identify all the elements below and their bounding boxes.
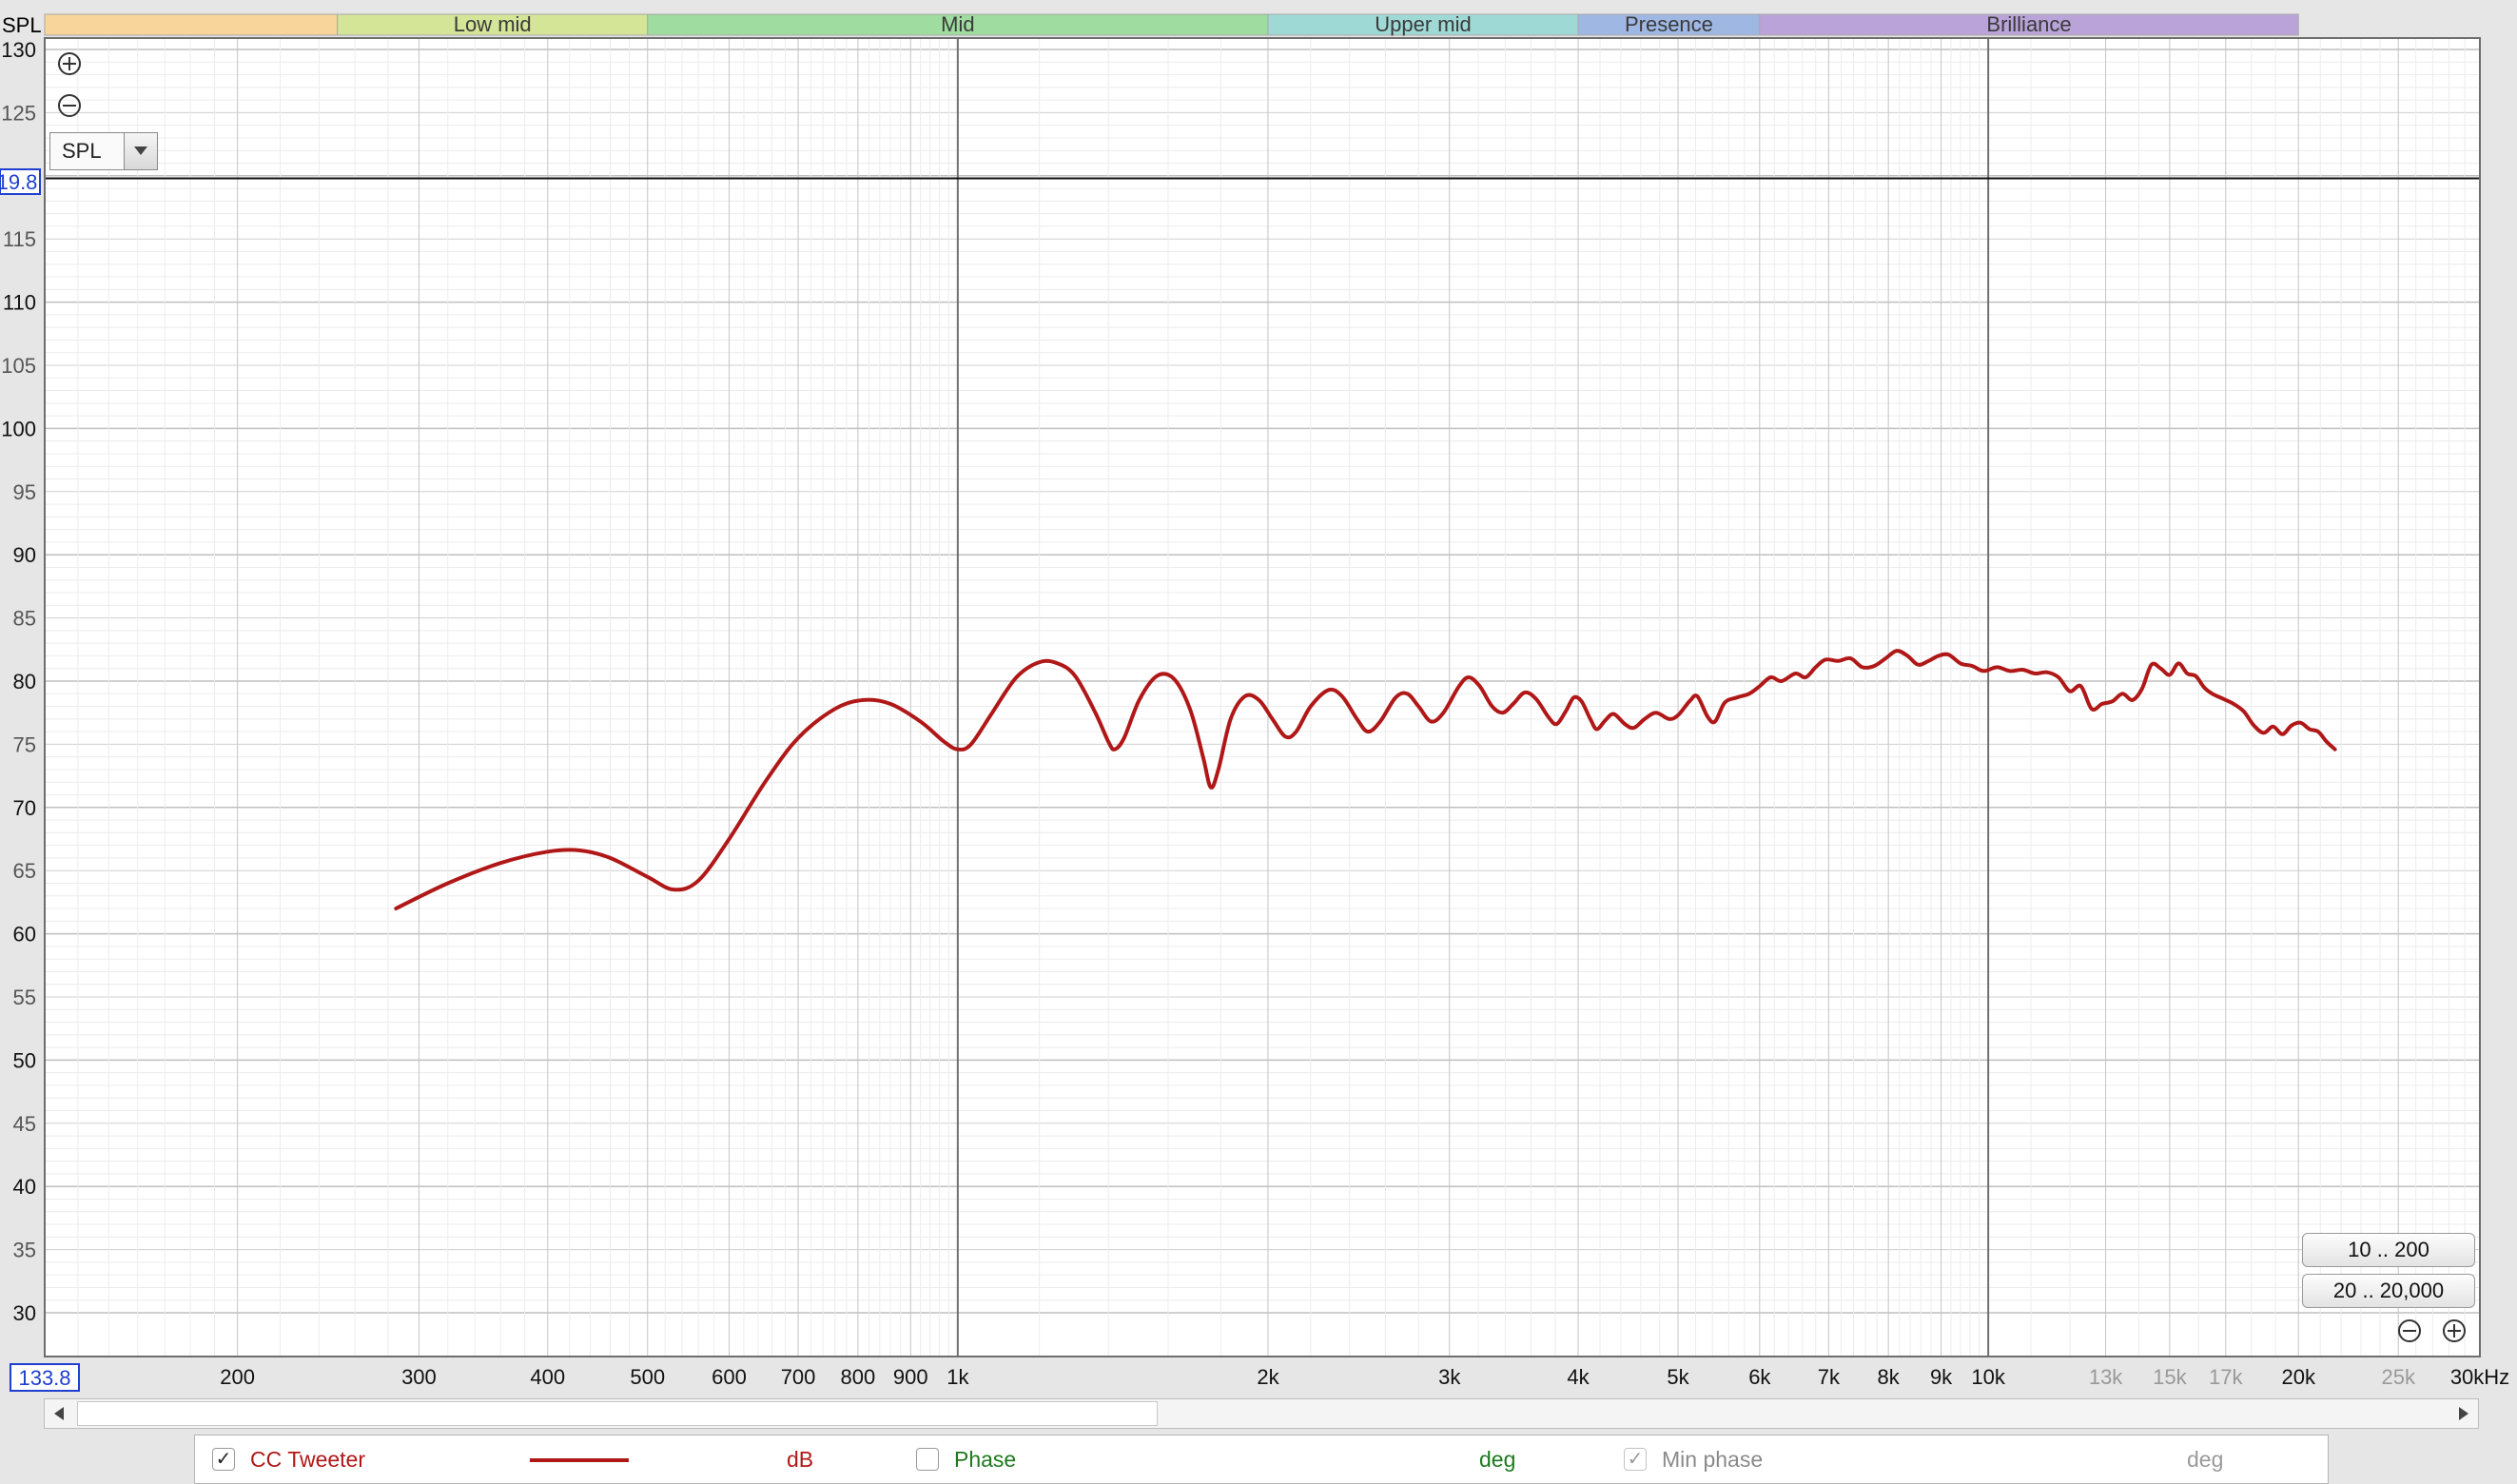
scroll-right-glyph <box>2459 1407 2468 1420</box>
chevron-down-icon <box>124 133 157 169</box>
zoom-range-20-20000-button[interactable]: 20 .. 20,000 <box>2302 1274 2475 1308</box>
x-tick-15k: 15k <box>2153 1365 2187 1389</box>
chevron-down-glyph <box>134 146 147 155</box>
zoom-range-10-200-button[interactable]: 10 .. 200 <box>2302 1233 2475 1267</box>
band-label-3: Upper mid <box>1375 12 1471 36</box>
x-tick-800: 800 <box>841 1365 876 1389</box>
y-tick-90: 90 <box>13 543 36 567</box>
frequency-response-chart[interactable]: Low mid Mid Upper mid Presence Brilliance 30… <box>0 0 2517 1484</box>
x-tick-9k: 9k <box>1930 1365 1953 1389</box>
x-tick-6k: 6k <box>1748 1365 1771 1389</box>
x-zoom-in-vbar <box>2453 1324 2455 1338</box>
y-tick-65: 65 <box>13 859 36 883</box>
y-tick-85: 85 <box>13 607 36 631</box>
y-axis-readout[interactable]: 119.8 <box>0 168 41 195</box>
x-zoom-out-icon[interactable] <box>2398 1319 2421 1342</box>
y-tick-100: 100 <box>1 417 36 440</box>
y-axis-ticks: 30 35 40 45 50 55 60 65 70 75 80 85 90 95 100 105 110 115… <box>1 38 36 1325</box>
scroll-thumb[interactable] <box>77 1401 1158 1426</box>
min-phase-checkbox[interactable]: ✓ <box>1624 1448 1647 1471</box>
x-tick-17k: 17k <box>2209 1365 2243 1389</box>
horizontal-scrollbar[interactable] <box>44 1398 2479 1429</box>
y-tick-115: 115 <box>3 227 36 251</box>
x-tick-4k: 4k <box>1567 1365 1590 1389</box>
y-tick-70: 70 <box>13 796 36 820</box>
legend-panel: ✓ CC Tweeter dB Phase deg ✓ Min phase de… <box>194 1435 2329 1484</box>
y-tick-110: 110 <box>3 291 36 315</box>
x-tick-20k: 20k <box>2282 1365 2316 1389</box>
series-checkbox[interactable]: ✓ <box>212 1448 235 1471</box>
series-line-swatch[interactable] <box>530 1458 629 1462</box>
x-tick-30kHz: 30kHz <box>2450 1365 2509 1389</box>
x-readout-value: 133.8 <box>18 1366 70 1390</box>
x-zoom-out-hbar <box>2403 1330 2416 1332</box>
zoom-in-icon[interactable] <box>58 52 81 75</box>
x-tick-500: 500 <box>630 1365 665 1389</box>
band-label-2: Mid <box>941 12 974 36</box>
y-tick-30: 30 <box>13 1301 36 1325</box>
y-tick-40: 40 <box>13 1175 36 1199</box>
y-tick-50: 50 <box>13 1048 36 1072</box>
x-axis-readout[interactable]: 133.8 <box>10 1363 80 1392</box>
y-tick-55: 55 <box>13 986 36 1009</box>
y-tick-95: 95 <box>13 480 36 504</box>
x-tick-700: 700 <box>781 1365 816 1389</box>
x-tick-5k: 5k <box>1667 1365 1689 1389</box>
min-phase-label[interactable]: Min phase <box>1662 1447 1763 1472</box>
x-tick-900: 900 <box>893 1365 928 1389</box>
x-tick-300: 300 <box>401 1365 437 1389</box>
y-tick-125: 125 <box>1 101 36 125</box>
measurement-select[interactable]: SPL <box>49 132 158 170</box>
band-label-4: Presence <box>1625 12 1713 36</box>
x-tick-10k: 10k <box>1971 1365 2005 1389</box>
y-tick-130: 130 <box>1 38 36 62</box>
y-tick-80: 80 <box>13 670 36 693</box>
scroll-left-icon[interactable] <box>45 1399 73 1428</box>
x-tick-3k: 3k <box>1438 1365 1461 1389</box>
x-tick-8k: 8k <box>1878 1365 1901 1389</box>
phase-checkbox[interactable] <box>916 1448 939 1471</box>
x-tick-7k: 7k <box>1818 1365 1841 1389</box>
x-tick-600: 600 <box>712 1365 747 1389</box>
phase-unit: deg <box>1479 1447 1516 1472</box>
zoom-in-vbar <box>68 57 70 70</box>
y-axis-title: SPL <box>2 13 42 37</box>
frequency-bands: Low mid Mid Upper mid Presence Brilliance <box>44 12 2299 36</box>
y-tick-105: 105 <box>1 354 36 378</box>
x-tick-2k: 2k <box>1257 1365 1279 1389</box>
y-readout-value: 119.8 <box>0 170 37 194</box>
x-tick-25k: 25k <box>2381 1365 2415 1389</box>
zoom-out-hbar <box>63 105 76 107</box>
band-label-5: Brilliance <box>1986 12 2071 36</box>
x-axis-ticks: 200 300 400 500 600 700 800 900 1k 2k 3k 4k 5k 6k 7k 8k… <box>220 1365 2509 1389</box>
band-0[interactable] <box>44 13 339 36</box>
zoom-out-icon[interactable] <box>58 94 81 117</box>
series-name[interactable]: CC Tweeter <box>250 1447 365 1472</box>
x-tick-13k: 13k <box>2089 1365 2123 1389</box>
scroll-left-glyph <box>54 1407 64 1420</box>
x-tick-1k: 1k <box>946 1365 969 1389</box>
band-label-1: Low mid <box>454 12 532 36</box>
y-tick-75: 75 <box>13 732 36 756</box>
x-tick-200: 200 <box>220 1365 255 1389</box>
measurement-select-value: SPL <box>62 139 102 163</box>
y-tick-45: 45 <box>13 1112 36 1136</box>
scroll-right-icon[interactable] <box>2449 1399 2478 1428</box>
x-zoom-in-icon[interactable] <box>2443 1319 2466 1342</box>
y-tick-60: 60 <box>13 923 36 947</box>
y-tick-35: 35 <box>13 1239 36 1262</box>
x-tick-400: 400 <box>530 1365 565 1389</box>
min-phase-unit: deg <box>2187 1447 2224 1472</box>
phase-label[interactable]: Phase <box>954 1447 1016 1472</box>
series-unit: dB <box>787 1447 814 1472</box>
